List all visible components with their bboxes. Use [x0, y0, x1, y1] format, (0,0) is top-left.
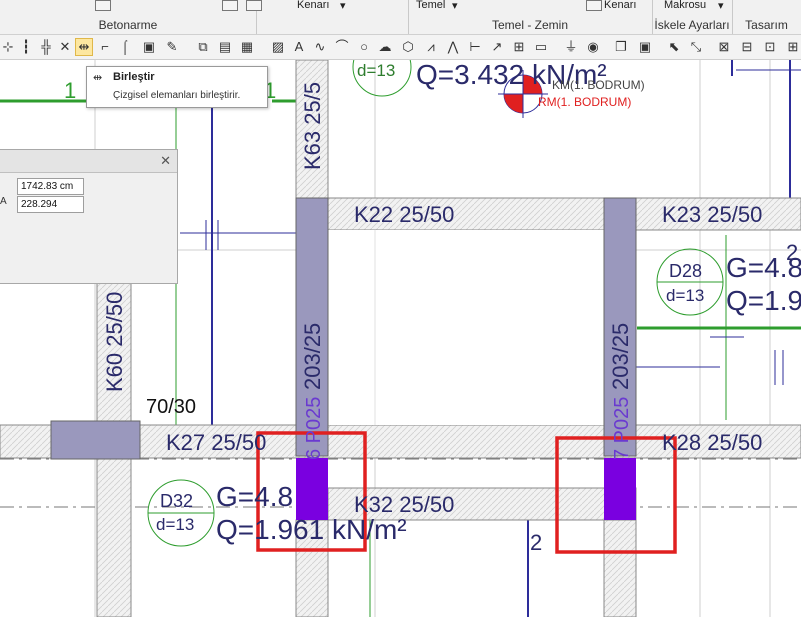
- dimension-icon[interactable]: ⊢: [467, 39, 483, 55]
- beam-label-k28: K28 25/50: [662, 430, 762, 455]
- column-label-left: 203/25: [300, 323, 325, 390]
- axis-number-2a: 2: [786, 240, 798, 265]
- dropdown-arrow-icon[interactable]: ▾: [452, 0, 458, 12]
- stretch-icon[interactable]: ⤡: [688, 39, 704, 55]
- chamfer-icon[interactable]: ⌠: [117, 39, 133, 55]
- column-size-label: 70/30: [146, 396, 196, 418]
- beam-label-k63: K63 25/5: [300, 82, 325, 170]
- grid-icon[interactable]: ╬: [38, 39, 54, 55]
- slab-q-d28: Q=1.9: [726, 285, 801, 316]
- cross-icon[interactable]: ✕: [57, 39, 73, 55]
- kenari-button-2[interactable]: Kenarı: [604, 0, 636, 11]
- polygon-icon[interactable]: ⬡: [400, 39, 416, 55]
- zigzag-icon[interactable]: ⩘: [423, 39, 439, 55]
- slab-name-d32: D32: [160, 491, 193, 511]
- ribbon-group-betonarme: Betonarme: [0, 0, 262, 34]
- beam-label-k27: K27 25/50: [166, 430, 266, 455]
- temel-button[interactable]: Temel: [416, 0, 445, 11]
- elevation-label-km: KM(1. BODRUM): [552, 78, 645, 92]
- coordinate-field-2-label: A: [0, 196, 7, 207]
- tooltip-description: Çizgisel elemanları birleştirir.: [113, 90, 241, 101]
- dim-x-icon[interactable]: ⊠: [716, 39, 732, 55]
- curve-icon[interactable]: ∿: [312, 39, 328, 55]
- dim-s-icon[interactable]: ⊡: [762, 39, 778, 55]
- ribbon-group-label: Tasarım: [745, 18, 788, 32]
- trim-icon[interactable]: ⧉: [195, 39, 211, 55]
- tooltip: ⇹ Birleştir Çizgisel elemanları birleşti…: [86, 66, 268, 108]
- ribbon-group-label: Temel - Zemin: [491, 18, 568, 32]
- ruler-icon[interactable]: ▭: [533, 39, 549, 55]
- close-icon[interactable]: ✕: [160, 153, 171, 169]
- dropdown-arrow-icon[interactable]: ▾: [340, 0, 346, 12]
- pz-label-right: 7 P025: [611, 397, 633, 460]
- slab-name-d28: D28: [669, 261, 702, 281]
- column-label-right: 203/25: [608, 323, 633, 390]
- move-icon[interactable]: ⬉: [666, 39, 682, 55]
- level-icon[interactable]: ⏚: [563, 39, 579, 55]
- column-right-selected[interactable]: [604, 458, 636, 520]
- slab-q-d32: Q=1.961 kN/m²: [216, 514, 407, 545]
- ribbon: Betonarme Kenarı ▾ Temel ▾ Kenarı Temel …: [0, 0, 801, 35]
- arc-icon[interactable]: ⌒: [334, 39, 350, 55]
- ribbon-icon[interactable]: [222, 0, 238, 11]
- drawing-canvas[interactable]: K22 25/50 K23 25/50 K27 25/50 K28 25/50 …: [0, 60, 801, 617]
- slab-thickness-d28: d=13: [666, 286, 704, 305]
- beam-label-k23: K23 25/50: [662, 202, 762, 227]
- fillet-icon[interactable]: ⌐: [97, 39, 113, 55]
- dim-z-icon[interactable]: ⊟: [739, 39, 755, 55]
- copy-icon[interactable]: ❐: [613, 39, 629, 55]
- ribbon-group-temel-zemin: Temel ▾ Kenarı Temel - Zemin: [408, 0, 653, 34]
- slab-thickness-top: d=13: [357, 61, 395, 80]
- rectangle-icon[interactable]: ▣: [141, 39, 157, 55]
- beam-label-k60: K60 25/50: [102, 292, 127, 392]
- coordinate-panel: ✕ 1742.83 cm A 228.294: [0, 149, 178, 284]
- panel-header: ✕: [0, 150, 177, 173]
- kenari-button[interactable]: Kenarı: [297, 0, 329, 11]
- slab-g-d32: G=4.8: [216, 481, 293, 512]
- column-70-30[interactable]: [50, 420, 141, 460]
- column-icon[interactable]: ┇: [18, 39, 34, 55]
- dropdown-arrow-icon[interactable]: ▾: [718, 0, 724, 12]
- tooltip-title: Birleştir: [113, 71, 155, 83]
- beam-label-k22: K22 25/50: [354, 202, 454, 227]
- column-left-selected[interactable]: [296, 458, 328, 520]
- image-icon[interactable]: ▨: [270, 39, 286, 55]
- ribbon-group-label: İskele Ayarları: [654, 18, 730, 32]
- view-icon[interactable]: ◉: [585, 39, 601, 55]
- axis-number-1a: 1: [64, 78, 76, 103]
- makrosu-button[interactable]: Makrosu: [664, 0, 706, 11]
- circle-icon[interactable]: ○: [356, 39, 372, 55]
- dim-r-icon[interactable]: ⊞: [785, 39, 801, 55]
- polyline-icon[interactable]: ⋀: [445, 39, 461, 55]
- snap-icon[interactable]: ⊹: [0, 39, 16, 55]
- measure-icon[interactable]: ⊞: [511, 39, 527, 55]
- coordinate-field-2[interactable]: 228.294: [17, 196, 84, 213]
- ribbon-icon[interactable]: [586, 0, 602, 11]
- ribbon-group-kenari: Kenarı ▾: [256, 0, 409, 34]
- pz-label-left: 6 P025: [303, 397, 325, 460]
- ribbon-group-label: Betonarme: [98, 18, 158, 32]
- slab-thickness-d32: d=13: [156, 515, 194, 534]
- drawing-toolbar: ⊹ ┇ ╬ ✕ ⇹ ⌐ ⌠ ▣ ✎ ⧉ ▤ ▦ ▨ A ∿ ⌒ ○ ☁ ⬡ ⩘ …: [0, 35, 801, 60]
- ribbon-group-iskele: Makrosu ▾ İskele Ayarları: [652, 0, 733, 34]
- ribbon-group-tasarim: Tasarım: [732, 0, 801, 34]
- coordinate-field-1[interactable]: 1742.83 cm: [17, 178, 84, 195]
- axis-number-2b: 2: [530, 530, 542, 555]
- join-icon: ⇹: [93, 72, 103, 84]
- join-icon[interactable]: ⇹: [75, 38, 93, 56]
- cloud-icon[interactable]: ☁: [377, 39, 393, 55]
- hatch-icon[interactable]: ▦: [239, 39, 255, 55]
- beam-lower-right[interactable]: [603, 519, 637, 617]
- leader-icon[interactable]: ↗: [489, 39, 505, 55]
- paste-icon[interactable]: ▣: [637, 39, 653, 55]
- brush-icon[interactable]: ✎: [164, 39, 180, 55]
- ribbon-icon[interactable]: [95, 0, 111, 11]
- table-icon[interactable]: ▤: [217, 39, 233, 55]
- elevation-label-rm: RM(1. BODRUM): [538, 95, 631, 109]
- text-icon[interactable]: A: [291, 39, 307, 55]
- slab-opening: [328, 230, 604, 425]
